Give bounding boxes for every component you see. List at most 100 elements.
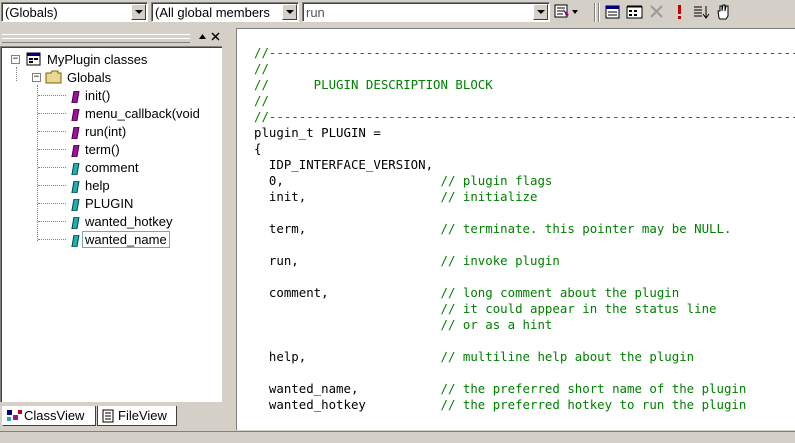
code-line[interactable] bbox=[254, 269, 795, 285]
code-comment: // plugin flags bbox=[440, 173, 553, 188]
hand-button[interactable] bbox=[713, 3, 733, 21]
chevron-down-icon[interactable] bbox=[282, 4, 297, 20]
tree-item[interactable]: wanted_hotkey bbox=[1, 213, 222, 230]
code-line[interactable]: term, // terminate. this pointer may be … bbox=[254, 221, 795, 237]
code-line[interactable]: init, // initialize bbox=[254, 189, 795, 205]
tree-group-label: Globals bbox=[67, 70, 112, 85]
code-comment: // PLUGIN DESCRIPTION BLOCK bbox=[254, 77, 493, 92]
code-comment: // the preferred hotkey to run the plugi… bbox=[440, 397, 747, 412]
code-comment: // multiline help about the plugin bbox=[440, 349, 695, 364]
tree-item-label: init() bbox=[85, 88, 111, 103]
chevron-down-icon[interactable] bbox=[533, 4, 548, 20]
code-editor[interactable]: //--------------------------------------… bbox=[236, 28, 795, 430]
code-text: 0, bbox=[254, 173, 441, 188]
members-combo[interactable]: (All global members bbox=[151, 2, 299, 22]
code-line[interactable]: // bbox=[254, 61, 795, 77]
hand-icon bbox=[717, 4, 729, 20]
close-panel-button[interactable] bbox=[210, 31, 221, 42]
code-line[interactable]: help, // multiline help about the plugin bbox=[254, 349, 795, 365]
delete-button[interactable] bbox=[647, 3, 667, 21]
code-line[interactable]: // bbox=[254, 93, 795, 109]
code-line[interactable] bbox=[254, 365, 795, 381]
tree-node-root[interactable]: − MyPlugin classes bbox=[1, 51, 222, 68]
members-combo-value: (All global members bbox=[155, 5, 270, 20]
code-text: wanted_name, bbox=[254, 381, 441, 396]
tab-classview[interactable]: ClassView bbox=[2, 406, 96, 426]
collapse-toggle[interactable]: − bbox=[11, 55, 20, 64]
code-line[interactable]: wanted_name, // the preferred short name… bbox=[254, 381, 795, 397]
code-text: wanted_hotkey bbox=[254, 397, 441, 412]
code-line[interactable]: // or as a hint bbox=[254, 317, 795, 333]
tree-connector bbox=[38, 221, 66, 222]
close-icon bbox=[211, 32, 220, 41]
workspace-tabs: ClassView FileView bbox=[0, 406, 232, 428]
tree-item[interactable]: init() bbox=[1, 87, 222, 104]
code-comment: //--------------------------------------… bbox=[254, 45, 795, 60]
code-line[interactable]: plugin_t PLUGIN = bbox=[254, 125, 795, 141]
tab-fileview[interactable]: FileView bbox=[97, 406, 177, 426]
project-icon bbox=[25, 51, 43, 71]
tree-item-label: help bbox=[85, 178, 110, 193]
code-line[interactable]: run, // invoke plugin bbox=[254, 253, 795, 269]
scope-combo-value: (Globals) bbox=[5, 5, 58, 20]
code-text: help, bbox=[254, 349, 441, 364]
tree-connector bbox=[38, 95, 66, 96]
code-line[interactable] bbox=[254, 237, 795, 253]
code-line[interactable] bbox=[254, 205, 795, 221]
code-comment: // invoke plugin bbox=[440, 253, 560, 268]
panel-gripper[interactable] bbox=[2, 38, 190, 43]
toolbar-separator bbox=[598, 3, 600, 22]
code-line[interactable]: //--------------------------------------… bbox=[254, 45, 795, 61]
tree-item[interactable]: help bbox=[1, 177, 222, 194]
code-line[interactable]: //--------------------------------------… bbox=[254, 109, 795, 125]
goto-definition-button[interactable] bbox=[603, 3, 623, 21]
new-class-icon bbox=[626, 5, 643, 19]
chevron-down-icon[interactable] bbox=[131, 4, 146, 20]
code-line[interactable]: IDP_INTERFACE_VERSION, bbox=[254, 157, 795, 173]
scope-combo[interactable]: (Globals) bbox=[1, 2, 148, 22]
maximize-panel-button[interactable] bbox=[197, 31, 208, 42]
tree-root-label: MyPlugin classes bbox=[47, 52, 148, 67]
code-text: comment, bbox=[254, 285, 441, 300]
code-text: IDP_INTERFACE_VERSION, bbox=[254, 157, 434, 172]
class-tree[interactable]: − MyPlugin classes − Globals init() menu… bbox=[0, 46, 222, 402]
wizard-action-button[interactable] bbox=[553, 3, 581, 21]
collapse-toggle[interactable]: − bbox=[32, 73, 41, 82]
sort-members-icon bbox=[694, 6, 710, 19]
tree-item-label: menu_callback(void bbox=[85, 106, 200, 121]
goto-definition-icon bbox=[605, 5, 620, 19]
folder-icon bbox=[45, 69, 63, 89]
code-comment: // the preferred short name of the plugi… bbox=[440, 381, 747, 396]
variable-icon bbox=[69, 234, 81, 251]
sort-members-button[interactable] bbox=[691, 3, 711, 21]
tree-item[interactable]: PLUGIN bbox=[1, 195, 222, 212]
tree-item[interactable]: menu_callback(void bbox=[1, 105, 222, 122]
tree-item[interactable]: run(int) bbox=[1, 123, 222, 140]
new-class-button[interactable] bbox=[625, 3, 645, 21]
code-line[interactable] bbox=[254, 333, 795, 349]
tree-item-selected[interactable]: wanted_name bbox=[1, 231, 222, 248]
code-line[interactable]: wanted_hotkey // the preferred hotkey to… bbox=[254, 397, 795, 413]
code-line[interactable]: { bbox=[254, 141, 795, 157]
code-line[interactable]: 0, // plugin flags bbox=[254, 173, 795, 189]
status-bar bbox=[0, 431, 795, 443]
tree-connector bbox=[38, 239, 66, 240]
source-code[interactable]: //--------------------------------------… bbox=[254, 45, 795, 413]
tree-item-label: run(int) bbox=[85, 124, 127, 139]
function-combo[interactable]: run bbox=[302, 2, 550, 22]
code-comment: // terminate. this pointer may be NULL. bbox=[440, 221, 732, 236]
function-combo-value: run bbox=[306, 5, 325, 20]
tree-item[interactable]: comment bbox=[1, 159, 222, 176]
code-line[interactable]: // it could appear in the status line bbox=[254, 301, 795, 317]
execute-button[interactable] bbox=[669, 3, 689, 21]
tree-item[interactable]: term() bbox=[1, 141, 222, 158]
tree-item-label: comment bbox=[85, 160, 139, 175]
code-line[interactable]: comment, // long comment about the plugi… bbox=[254, 285, 795, 301]
code-line[interactable]: // PLUGIN DESCRIPTION BLOCK bbox=[254, 77, 795, 93]
code-comment: // or as a hint bbox=[440, 317, 553, 332]
delete-icon bbox=[650, 5, 663, 18]
tree-node-globals[interactable]: − Globals bbox=[1, 69, 222, 86]
tree-item-label: PLUGIN bbox=[85, 196, 134, 211]
